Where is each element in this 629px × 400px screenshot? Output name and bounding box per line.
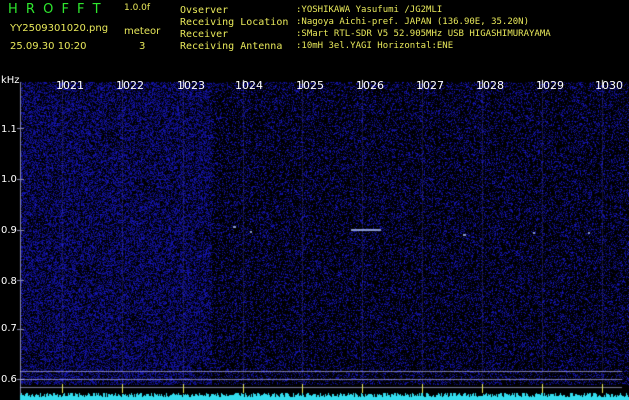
x-tick-label: 1027 bbox=[416, 79, 444, 92]
y-tick-label: 0.7 bbox=[1, 323, 17, 334]
x-tick-label: 1021 bbox=[56, 79, 84, 92]
info-key-observer: Ovserver bbox=[180, 5, 229, 16]
info-value-location: :Nagoya Aichi-pref. JAPAN (136.90E, 35.2… bbox=[296, 17, 529, 27]
y-tick-label: 1.1 bbox=[1, 124, 17, 135]
info-value-antenna: :10mH 3el.YAGI Horizontal:ENE bbox=[296, 41, 454, 51]
x-tick-label: 1022 bbox=[116, 79, 144, 92]
y-tick-label: 0.9 bbox=[1, 225, 17, 236]
y-tick-label: 0.6 bbox=[1, 374, 17, 385]
x-tick-label: 1023 bbox=[177, 79, 205, 92]
x-tick-label: 1028 bbox=[476, 79, 504, 92]
file-datetime: 25.09.30 10:20 bbox=[10, 41, 87, 52]
info-key-receiver: Receiver bbox=[180, 29, 229, 40]
unit-label: kHz bbox=[1, 75, 20, 86]
app-version: 1.0.0f bbox=[124, 3, 151, 13]
meteor-count: 3 bbox=[139, 41, 146, 52]
info-value-observer: :YOSHIKAWA Yasufumi /JG2MLI bbox=[296, 5, 443, 15]
spectrogram-canvas bbox=[0, 75, 629, 400]
x-tick-label: 1024 bbox=[235, 79, 263, 92]
app-logo: H R O F F T bbox=[8, 2, 103, 17]
x-tick-label: 1025 bbox=[296, 79, 324, 92]
info-value-receiver: :SMart RTL-SDR V5 52.905MHz USB HIGASHIM… bbox=[296, 29, 551, 39]
file-name: YY2509301020.png bbox=[10, 23, 109, 34]
x-tick-label: 1026 bbox=[356, 79, 384, 92]
y-tick-label: 0.8 bbox=[1, 276, 17, 287]
y-tick-label: 1.0 bbox=[1, 174, 17, 185]
meteor-label: meteor bbox=[124, 26, 161, 37]
info-key-location: Receiving Location bbox=[180, 17, 289, 28]
header-panel: H R O F F T 1.0.0f YY2509301020.png mete… bbox=[0, 0, 629, 75]
x-tick-label: 1030 bbox=[595, 79, 623, 92]
x-tick-label: 1029 bbox=[536, 79, 564, 92]
info-key-antenna: Receiving Antenna bbox=[180, 41, 283, 52]
